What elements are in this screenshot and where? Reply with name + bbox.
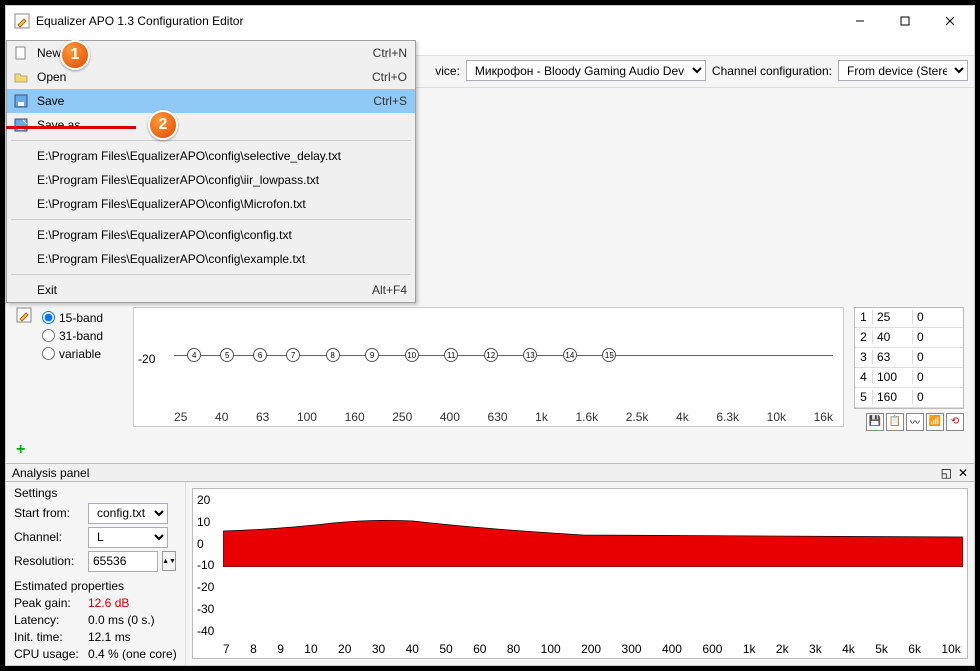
init-time-label: Init. time: — [14, 630, 84, 644]
resolution-label: Resolution: — [14, 554, 84, 568]
menu-save-as[interactable]: Save as... — [7, 113, 415, 137]
cpu-usage-label: CPU usage: — [14, 647, 84, 661]
table-toolbar: 💾 📋 〰 📶 ⟲ — [854, 413, 964, 431]
window-title: Equalizer APO 1.3 Configuration Editor — [36, 14, 837, 28]
close-button[interactable] — [927, 6, 972, 36]
open-icon — [11, 69, 31, 85]
latency-value: 0.0 ms (0 s.) — [88, 613, 155, 627]
resolution-input[interactable] — [88, 551, 158, 572]
eq-node[interactable]: 4 — [187, 348, 201, 362]
eq-node[interactable]: 14 — [563, 348, 577, 362]
edit-icon[interactable] — [16, 307, 32, 326]
eq-node[interactable]: 7 — [286, 348, 300, 362]
device-select[interactable]: Микрофон - Bloody Gaming Audio Device — [466, 60, 706, 81]
analysis-chart[interactable]: 20100 -10-20-30-40 78910 20304050 608010… — [192, 488, 968, 659]
radio-variable[interactable]: variable — [42, 347, 103, 361]
start-from-select[interactable]: config.txt — [88, 503, 168, 524]
channel-config-select[interactable]: From device (Stereo) — [838, 60, 968, 81]
minimize-button[interactable] — [837, 6, 882, 36]
device-label: vice: — [435, 64, 460, 78]
chart-fill — [223, 519, 963, 567]
analysis-settings: Settings Start from: config.txt Channel:… — [6, 482, 186, 665]
band-radios: 15-band 31-band variable — [42, 307, 103, 361]
maximize-button[interactable] — [882, 6, 927, 36]
cpu-usage-value: 0.4 % (one core) — [88, 647, 177, 661]
chart-x-axis: 78910 20304050 6080100200 3004006001k 2k… — [223, 642, 961, 656]
menu-exit[interactable]: Exit Alt+F4 — [7, 278, 415, 302]
eq-node[interactable]: 10 — [405, 348, 419, 362]
undock-icon[interactable]: ◱ — [941, 466, 952, 480]
save-as-icon — [11, 117, 31, 133]
wave-button[interactable]: 〰 — [906, 413, 924, 431]
new-icon — [11, 45, 31, 61]
filter-area: 15-band 31-band variable -20 4 5 6 7 8 9… — [6, 301, 974, 437]
eq-node[interactable]: 9 — [365, 348, 379, 362]
gain-label: -20 — [138, 352, 155, 366]
channel-config-label: Channel configuration: — [712, 64, 832, 78]
annotation-line — [6, 126, 136, 129]
menu-recent-2[interactable]: E:\Program Files\EqualizerAPO\config\Mic… — [7, 192, 415, 216]
table-row: 41000 — [855, 368, 963, 388]
init-time-value: 12.1 ms — [88, 630, 131, 644]
estimated-properties-label: Estimated properties — [14, 579, 177, 593]
menu-separator — [11, 140, 411, 141]
latency-label: Latency: — [14, 613, 84, 627]
annotation-badge-1: 1 — [60, 40, 90, 70]
app-window: Equalizer APO 1.3 Configuration Editor F… — [5, 5, 975, 666]
eq-node[interactable]: 15 — [602, 348, 616, 362]
table-row: 51600 — [855, 388, 963, 408]
start-from-label: Start from: — [14, 506, 84, 520]
table-row: 2400 — [855, 328, 963, 348]
channel-select[interactable]: L — [88, 527, 168, 548]
analysis-panel-header: Analysis panel ◱ ✕ — [6, 463, 974, 482]
freq-table[interactable]: 1250 2400 3630 41000 51600 — [854, 307, 964, 409]
spinner-icon[interactable]: ▲▼ — [162, 551, 176, 571]
add-filter-button[interactable]: + — [16, 441, 36, 460]
analysis-body: Settings Start from: config.txt Channel:… — [6, 482, 974, 665]
menu-recent-0[interactable]: E:\Program Files\EqualizerAPO\config\sel… — [7, 144, 415, 168]
menu-recent-1[interactable]: E:\Program Files\EqualizerAPO\config\iir… — [7, 168, 415, 192]
eq-node[interactable]: 12 — [484, 348, 498, 362]
peak-gain-label: Peak gain: — [14, 596, 84, 610]
eq-graph[interactable]: -20 4 5 6 7 8 9 10 11 12 13 14 15 254063 — [133, 307, 844, 427]
peak-gain-value: 12.6 dB — [88, 596, 129, 610]
annotation-badge-2: 2 — [148, 110, 178, 140]
app-icon — [14, 13, 30, 29]
eq-line: 4 5 6 7 8 9 10 11 12 13 14 15 — [174, 355, 833, 356]
channel-label: Channel: — [14, 530, 84, 544]
reset-button[interactable]: ⟲ — [946, 413, 964, 431]
save-table-button[interactable]: 💾 — [866, 413, 884, 431]
table-row: 3630 — [855, 348, 963, 368]
settings-label: Settings — [14, 486, 177, 500]
eq-node[interactable]: 5 — [220, 348, 234, 362]
save-icon — [11, 93, 31, 109]
file-menu-dropdown: New Ctrl+N Open Ctrl+O Save Ctrl+S Save … — [6, 40, 416, 303]
signal-button[interactable]: 📶 — [926, 413, 944, 431]
table-row: 1250 — [855, 308, 963, 328]
copy-button[interactable]: 📋 — [886, 413, 904, 431]
analysis-title: Analysis panel — [12, 466, 89, 480]
radio-15-band[interactable]: 15-band — [42, 311, 103, 325]
menu-recent-4[interactable]: E:\Program Files\EqualizerAPO\config\exa… — [7, 247, 415, 271]
eq-node[interactable]: 13 — [523, 348, 537, 362]
close-panel-icon[interactable]: ✕ — [958, 466, 968, 480]
freq-axis: 254063 100160250 4006301k 1.6k2.5k4k 6.3… — [174, 410, 833, 424]
eq-node[interactable]: 8 — [326, 348, 340, 362]
eq-node[interactable]: 6 — [253, 348, 267, 362]
menu-separator — [11, 274, 411, 275]
chart-y-axis: 20100 -10-20-30-40 — [197, 493, 214, 638]
titlebar: Equalizer APO 1.3 Configuration Editor — [6, 6, 974, 36]
menu-separator — [11, 219, 411, 220]
menu-save[interactable]: Save Ctrl+S — [7, 89, 415, 113]
radio-31-band[interactable]: 31-band — [42, 329, 103, 343]
menu-recent-3[interactable]: E:\Program Files\EqualizerAPO\config\con… — [7, 223, 415, 247]
eq-node[interactable]: 11 — [444, 348, 458, 362]
